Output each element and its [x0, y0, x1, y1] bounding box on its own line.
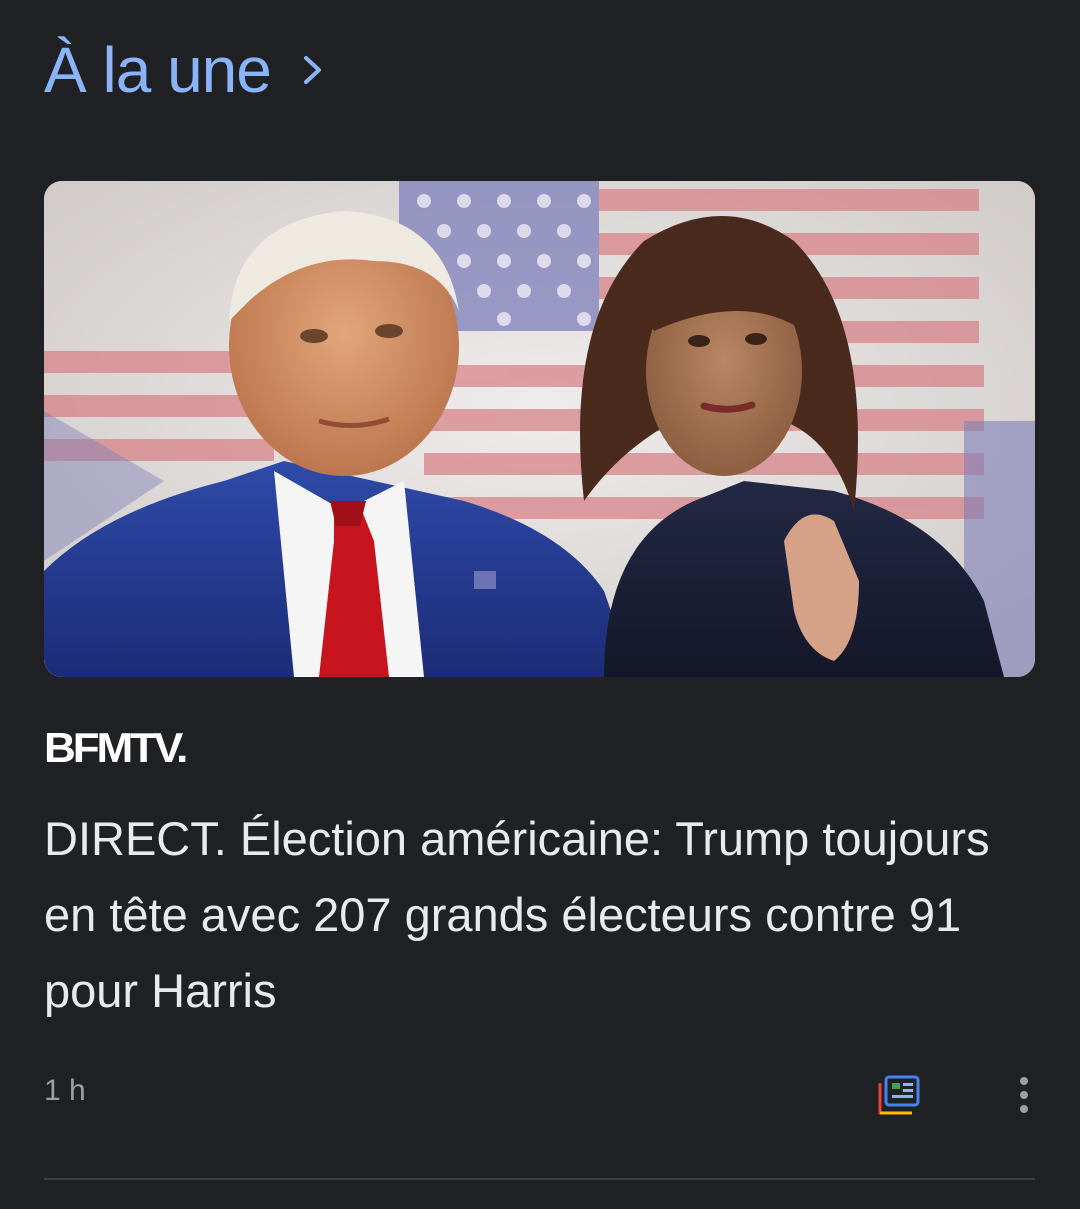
divider	[44, 1178, 1035, 1180]
source-logo: BFMTV.	[44, 724, 188, 771]
article-image[interactable]	[44, 181, 1035, 677]
section-header[interactable]: À la une	[44, 28, 325, 112]
full-coverage-icon[interactable]	[874, 1069, 926, 1121]
section-title: À la une	[44, 34, 272, 106]
more-vert-icon[interactable]	[1004, 1065, 1044, 1125]
chevron-right-icon	[301, 52, 325, 88]
news-feed: À la une BFMTV. DIRECT. Élection américa…	[0, 0, 1080, 1209]
article-timestamp: 1 h	[44, 1074, 86, 1107]
article-card[interactable]: BFMTV. DIRECT. Élection américaine: Trum…	[44, 181, 1036, 1181]
article-headline[interactable]: DIRECT. Élection américaine: Trump toujo…	[44, 801, 1004, 1029]
